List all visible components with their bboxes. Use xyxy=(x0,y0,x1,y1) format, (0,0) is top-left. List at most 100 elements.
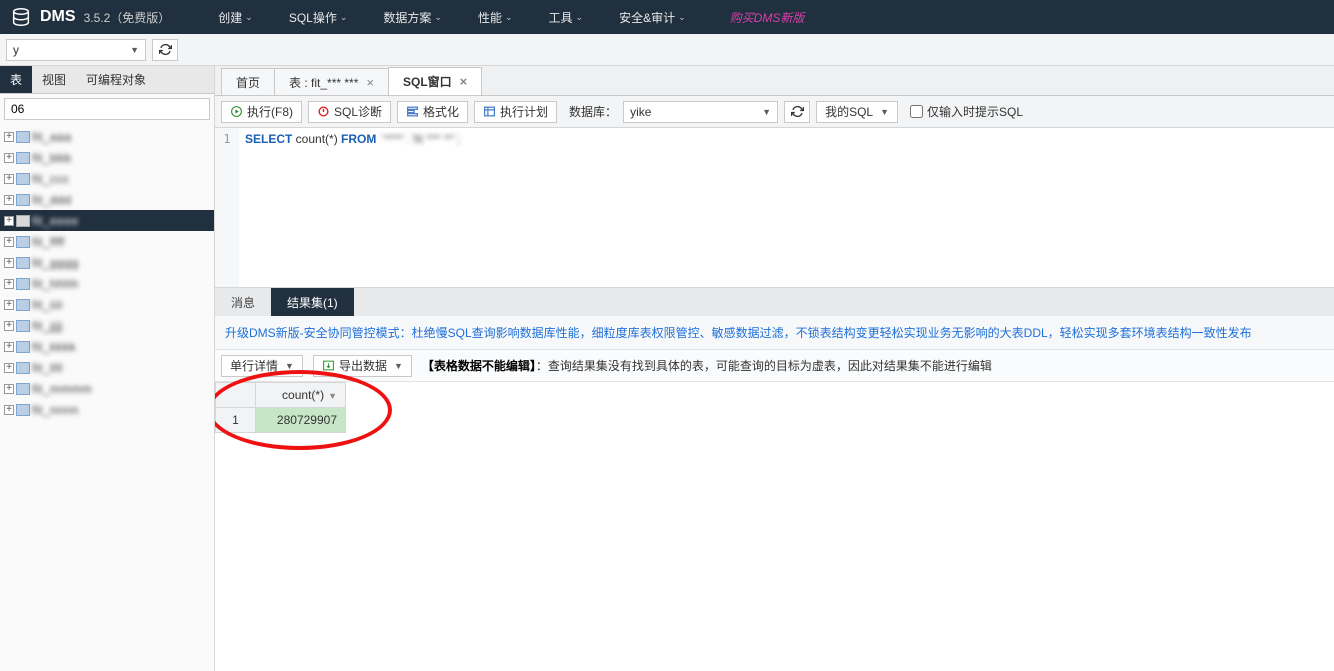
tree-label: fit_eeee xyxy=(32,214,79,228)
sidebar-search-wrap xyxy=(0,94,214,124)
tree-label: fit_ccc xyxy=(32,172,70,186)
expand-icon[interactable]: + xyxy=(4,195,14,205)
sidebar-filter-input[interactable] xyxy=(4,98,210,120)
sidebar-tab-table[interactable]: 表 xyxy=(0,66,32,93)
editor-tab[interactable]: SQL窗口× xyxy=(388,67,482,95)
tree-label: fit_kkkk xyxy=(32,340,76,354)
diagnose-icon xyxy=(317,105,330,118)
hint-checkbox[interactable] xyxy=(910,105,923,118)
expand-icon[interactable]: + xyxy=(4,174,14,184)
editor-tab[interactable]: 首页 xyxy=(221,68,275,95)
connection-bar: y ▼ xyxy=(0,34,1334,66)
cell-value[interactable]: 280729907 xyxy=(256,408,346,433)
tree-item[interactable]: + fit_kkkk xyxy=(0,336,214,357)
hint-checkbox-wrap[interactable]: 仅输入时提示SQL xyxy=(910,103,1023,120)
table-icon xyxy=(16,362,30,374)
tab-resultset[interactable]: 结果集(1) xyxy=(271,288,354,316)
tree-item[interactable]: + fit_jjjj xyxy=(0,315,214,336)
refresh-button[interactable] xyxy=(152,39,178,61)
connection-select[interactable]: y ▼ xyxy=(6,39,146,61)
table-icon xyxy=(16,299,30,311)
tree-item[interactable]: + fit_mmmm xyxy=(0,378,214,399)
tree-item[interactable]: +fit_hhhh xyxy=(0,273,214,294)
promo-link[interactable]: 升级DMS新版-安全协同管控模式：杜绝慢SQL查询影响数据库性能，细粒度库表权限… xyxy=(225,326,1252,340)
row-detail-button[interactable]: 单行详情 ▼ xyxy=(221,355,303,377)
sql-code[interactable]: SELECT count(*) FROM `****`.`fit *** **`… xyxy=(239,128,1334,287)
tree-item[interactable]: + fit_eeee xyxy=(0,210,214,231)
diagnose-button[interactable]: SQL诊断 xyxy=(308,101,391,123)
tree-item[interactable]: + fit_bbb xyxy=(0,147,214,168)
expand-icon[interactable]: + xyxy=(4,300,14,310)
tree-label: fit_jjjj xyxy=(32,319,63,333)
tree-item[interactable]: + fit_ccc xyxy=(0,168,214,189)
tree-item[interactable]: + fit_llll xyxy=(0,357,214,378)
tree-label: fit_ffff xyxy=(32,235,65,249)
tree-item[interactable]: +fit_aaa xyxy=(0,126,214,147)
expand-icon[interactable]: + xyxy=(4,132,14,142)
expand-icon[interactable]: + xyxy=(4,237,14,247)
main-area: 首页表 : fit_*** ***×SQL窗口× 执行(F8) SQL诊断 格式… xyxy=(215,66,1334,671)
expand-icon[interactable]: + xyxy=(4,153,14,163)
expand-icon[interactable]: + xyxy=(4,405,14,415)
tree-label: fit_mmmm xyxy=(32,382,92,396)
my-sql-button[interactable]: 我的SQL ▼ xyxy=(816,101,898,123)
grid-header-row: count(*)▼ xyxy=(216,383,346,408)
expand-icon[interactable]: + xyxy=(4,216,14,226)
expand-icon[interactable]: + xyxy=(4,258,14,268)
run-button[interactable]: 执行(F8) xyxy=(221,101,302,123)
expand-icon[interactable]: + xyxy=(4,279,14,289)
nav-item[interactable]: SQL操作⌄ xyxy=(271,0,366,34)
tree-item[interactable]: + fit_iiii xyxy=(0,294,214,315)
chevron-down-icon: ⌄ xyxy=(576,12,584,23)
db-refresh-button[interactable] xyxy=(784,101,810,123)
table-row[interactable]: 1 280729907 xyxy=(216,408,346,433)
export-button[interactable]: 导出数据 ▼ xyxy=(313,355,412,377)
nav-item[interactable]: 数据方案⌄ xyxy=(365,0,460,34)
close-icon[interactable]: × xyxy=(366,75,374,90)
sidebar-tab-view[interactable]: 视图 xyxy=(32,66,76,93)
exec-plan-button[interactable]: 执行计划 xyxy=(474,101,557,123)
tree-label: fit_gggg xyxy=(32,256,79,270)
expand-icon[interactable]: + xyxy=(4,342,14,352)
tree-item[interactable]: +fit_ddd xyxy=(0,189,214,210)
chevron-down-icon: ▼ xyxy=(285,361,294,371)
close-icon[interactable]: × xyxy=(460,74,468,89)
tree-item[interactable]: + fit_gggg xyxy=(0,252,214,273)
nav-item[interactable]: 安全&审计⌄ xyxy=(601,0,704,34)
sql-editor[interactable]: 1 SELECT count(*) FROM `****`.`fit *** *… xyxy=(215,128,1334,288)
tree-label: fit_bbb xyxy=(32,151,72,165)
expand-icon[interactable]: + xyxy=(4,384,14,394)
top-navbar: DMS 3.5.2（免费版） 创建⌄SQL操作⌄数据方案⌄性能⌄工具⌄安全&审计… xyxy=(0,0,1334,34)
tree-label: fit_llll xyxy=(32,361,63,375)
column-header[interactable]: count(*)▼ xyxy=(256,383,346,408)
export-icon xyxy=(322,359,335,372)
chevron-down-icon: ⌄ xyxy=(505,12,513,23)
format-button[interactable]: 格式化 xyxy=(397,101,468,123)
nav-item[interactable]: 工具⌄ xyxy=(531,0,602,34)
tree-item[interactable]: + fit_nnnn xyxy=(0,399,214,420)
sidebar: 表 视图 可编程对象 +fit_aaa+fit_bbb+fit_ccc+fit_… xyxy=(0,66,215,671)
result-toolbar: 单行详情 ▼ 导出数据 ▼ 【表格数据不能编辑】：查询结果集没有找到具体的表，可… xyxy=(215,350,1334,382)
tree-label: fit_iiii xyxy=(32,298,63,312)
app-title: DMS xyxy=(40,8,76,26)
editor-tab[interactable]: 表 : fit_*** ***× xyxy=(274,68,389,95)
sidebar-tab-programmable[interactable]: 可编程对象 xyxy=(76,66,156,93)
chevron-down-icon: ⌄ xyxy=(340,12,348,23)
expand-icon[interactable]: + xyxy=(4,363,14,373)
table-icon xyxy=(16,320,30,332)
tab-messages[interactable]: 消息 xyxy=(215,288,271,316)
nav-item[interactable]: 创建⌄ xyxy=(200,0,271,34)
table-icon xyxy=(16,131,30,143)
readonly-note: 【表格数据不能编辑】：查询结果集没有找到具体的表，可能查询的目标为虚表，因此对结… xyxy=(422,357,992,374)
buy-link[interactable]: 购买DMS新版 xyxy=(712,0,823,34)
table-icon xyxy=(16,257,30,269)
database-value: yike xyxy=(630,105,651,119)
nav-item[interactable]: 性能⌄ xyxy=(460,0,531,34)
database-select[interactable]: yike ▼ xyxy=(623,101,778,123)
expand-icon[interactable]: + xyxy=(4,321,14,331)
tree-item[interactable]: + fit_ffff xyxy=(0,231,214,252)
table-icon xyxy=(16,236,30,248)
plan-icon xyxy=(483,105,496,118)
tree-label: fit_nnnn xyxy=(32,403,79,417)
tab-label: 首页 xyxy=(236,74,260,91)
